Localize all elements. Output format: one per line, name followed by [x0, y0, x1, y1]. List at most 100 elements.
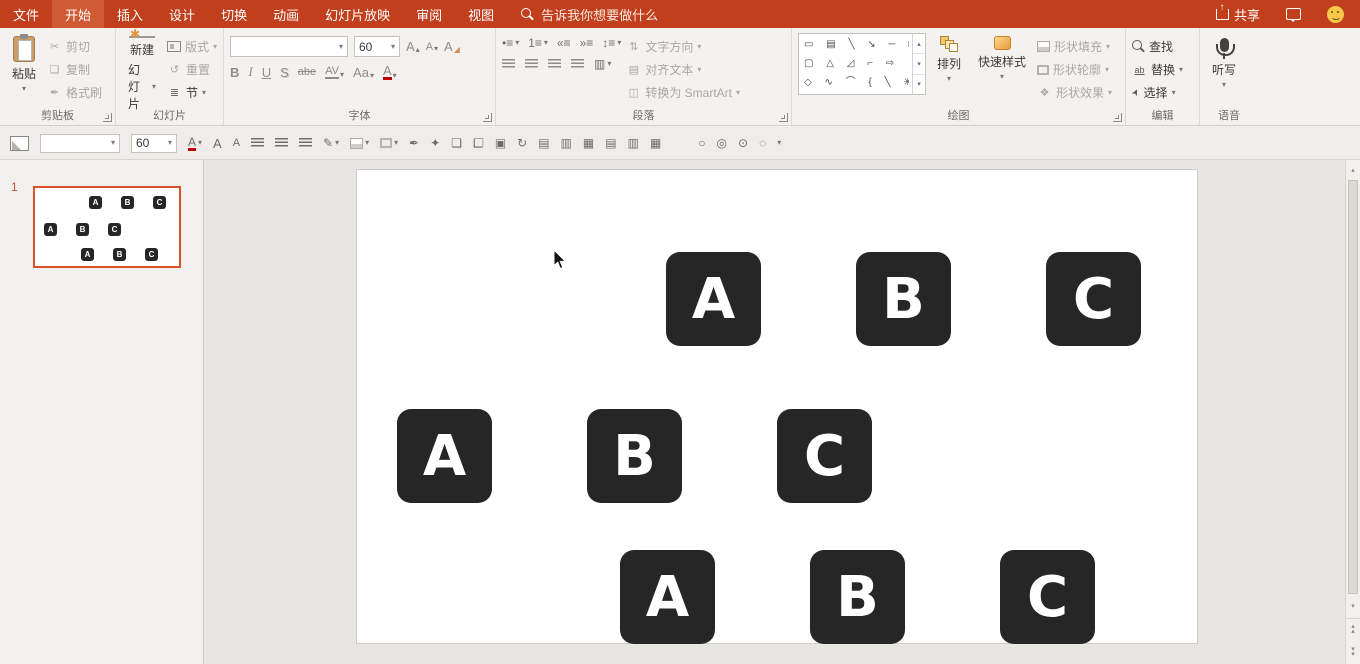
- paste-dropdown-icon[interactable]: ▾: [22, 85, 26, 93]
- tab-transitions[interactable]: 切换: [208, 0, 260, 28]
- quickbar-outline-color-button[interactable]: ▾: [380, 138, 398, 148]
- cut-button[interactable]: ✂ 剪切: [47, 38, 102, 55]
- tab-slideshow[interactable]: 幻灯片放映: [312, 0, 403, 28]
- quickbar-align-bottom-button[interactable]: ▦: [650, 136, 661, 150]
- scrollbar-thumb[interactable]: [1348, 180, 1358, 594]
- previous-slide-button[interactable]: ▴ ▴: [1346, 618, 1360, 638]
- font-color-button[interactable]: A▾: [383, 64, 397, 80]
- quickbar-ring-button[interactable]: ◎: [717, 136, 727, 150]
- convert-smartart-button[interactable]: ◫ 转换为 SmartArt ▾: [626, 84, 740, 101]
- quickbar-distribute-v-button[interactable]: ▦: [583, 136, 594, 150]
- shape-box-r3-b[interactable]: B: [810, 550, 905, 644]
- italic-button[interactable]: I: [248, 64, 252, 80]
- shapes-more-icon[interactable]: ▾: [913, 74, 925, 94]
- quickbar-align-middle-button[interactable]: ▥: [628, 136, 639, 150]
- grow-font-button[interactable]: A▴: [406, 39, 420, 54]
- scroll-down-button[interactable]: ▾: [1346, 598, 1360, 614]
- quickbar-send-backward-button[interactable]: ❏: [473, 136, 484, 150]
- shape-box-r3-c[interactable]: C: [1000, 550, 1095, 644]
- shape-box-r1-b[interactable]: B: [856, 252, 951, 346]
- quickbar-font-name-combo[interactable]: ▾: [40, 134, 120, 153]
- scroll-up-button[interactable]: ▴: [1346, 162, 1360, 178]
- font-size-combo[interactable]: 60 ▾: [354, 36, 400, 57]
- shapes-scroll-up-icon[interactable]: ▴: [913, 34, 925, 53]
- next-slide-button[interactable]: ▾ ▾: [1346, 642, 1360, 662]
- quickbar-target-button[interactable]: ⊙: [738, 136, 748, 150]
- font-dialog-launcher[interactable]: [483, 113, 492, 122]
- shape-box-r2-c[interactable]: C: [777, 409, 872, 503]
- reset-button[interactable]: ↺ 重置: [167, 61, 217, 78]
- quickbar-group-button[interactable]: ▣: [495, 136, 506, 150]
- select-button[interactable]: ➤ 选择 ▾: [1132, 84, 1183, 101]
- quick-styles-button[interactable]: 快速样式 ▾: [972, 33, 1032, 108]
- paste-button[interactable]: 粘贴 ▾: [6, 33, 42, 108]
- tab-home[interactable]: 开始: [52, 0, 104, 28]
- paragraph-dialog-launcher[interactable]: [779, 113, 788, 122]
- slide-editing-surface[interactable]: A B C A B C A B C: [357, 170, 1197, 643]
- placeholder-image-icon[interactable]: [10, 136, 29, 151]
- share-button[interactable]: 共享: [1216, 5, 1260, 24]
- dictate-button[interactable]: 听写 ▾: [1206, 33, 1242, 108]
- bullets-button[interactable]: •≡▾: [502, 36, 519, 50]
- find-button[interactable]: 查找: [1132, 38, 1183, 55]
- quickbar-fill-color-button[interactable]: ▾: [350, 138, 369, 149]
- tab-animations[interactable]: 动画: [260, 0, 312, 28]
- drawing-dialog-launcher[interactable]: [1113, 113, 1122, 122]
- shape-effects-button[interactable]: ❖ 形状效果 ▾: [1037, 84, 1112, 101]
- quickbar-draw-shape-button[interactable]: ✎▾: [323, 136, 339, 150]
- quickbar-font-size-combo[interactable]: 60 ▾: [131, 134, 177, 153]
- vertical-scrollbar[interactable]: ▴ ▾ ▴ ▴ ▾ ▾: [1345, 160, 1360, 664]
- tab-file[interactable]: 文件: [0, 0, 52, 28]
- tab-design[interactable]: 设计: [156, 0, 208, 28]
- tab-insert[interactable]: 插入: [104, 0, 156, 28]
- format-painter-button[interactable]: ✒ 格式刷: [47, 84, 102, 101]
- underline-button[interactable]: U: [262, 65, 271, 80]
- quickbar-align-top-button[interactable]: ▤: [605, 136, 616, 150]
- quickbar-dotted-circle-button[interactable]: ◌: [759, 136, 766, 150]
- align-right-button[interactable]: [548, 59, 561, 69]
- feedback-smiley-icon[interactable]: [1327, 6, 1344, 23]
- strikethrough-button[interactable]: abe: [298, 66, 316, 78]
- new-slide-button[interactable]: 新建 幻灯片 ▾: [122, 33, 162, 108]
- quickbar-shrink-font-button[interactable]: A: [233, 137, 240, 149]
- shape-box-r1-a[interactable]: A: [666, 252, 761, 346]
- comments-icon[interactable]: [1286, 8, 1301, 20]
- copy-button[interactable]: ❏ 复制: [47, 61, 102, 78]
- shape-box-r1-c[interactable]: C: [1046, 252, 1141, 346]
- tell-me-search[interactable]: 告诉我你想要做什么: [521, 0, 658, 28]
- arrange-button[interactable]: 排列 ▾: [931, 33, 967, 108]
- replace-button[interactable]: ab 替换 ▾: [1132, 61, 1183, 78]
- shape-fill-button[interactable]: 形状填充 ▾: [1037, 38, 1112, 55]
- quickbar-oval-button[interactable]: ○: [698, 136, 705, 150]
- quickbar-align-center-button[interactable]: [275, 138, 288, 148]
- text-direction-button[interactable]: ⇅ 文字方向 ▾: [626, 38, 740, 55]
- align-center-button[interactable]: [525, 59, 538, 69]
- shapes-scroll-down-icon[interactable]: ▾: [913, 53, 925, 73]
- shapes-gallery-row-2[interactable]: ▢ △ ◿ ⌐ ⇨ ⇩: [804, 55, 909, 73]
- quickbar-rotate-button[interactable]: ↻: [517, 136, 527, 150]
- editing-canvas[interactable]: A B C A B C A B C: [204, 160, 1345, 664]
- bold-button[interactable]: B: [230, 65, 239, 80]
- character-spacing-button[interactable]: AV▾: [325, 66, 344, 79]
- section-button[interactable]: ≣ 节 ▾: [167, 84, 217, 101]
- shapes-gallery[interactable]: ▭ ▤ ╲ ↘ ─ □ ○ ▢ △ ◿ ⌐ ⇨ ⇩ ◇ ∿ ⌒ { ╲ ✳ ▴ …: [798, 33, 926, 95]
- slide-thumbnail-1[interactable]: A B C A B C A B C: [33, 186, 181, 268]
- quickbar-justify-button[interactable]: [299, 138, 312, 148]
- align-text-button[interactable]: ▤ 对齐文本 ▾: [626, 61, 740, 78]
- text-shadow-button[interactable]: S: [280, 65, 289, 80]
- quickbar-align-left-button[interactable]: [251, 138, 264, 148]
- align-left-button[interactable]: [502, 59, 515, 69]
- decrease-indent-button[interactable]: «≡: [557, 36, 571, 50]
- numbering-button[interactable]: 1≡▾: [528, 36, 548, 50]
- quickbar-format-painter-button[interactable]: ✒: [409, 136, 419, 150]
- quickbar-grow-font-button[interactable]: A: [213, 136, 222, 151]
- layout-button[interactable]: 版式 ▾: [167, 38, 217, 55]
- clear-formatting-button[interactable]: A◢: [444, 39, 460, 54]
- shape-box-r2-b[interactable]: B: [587, 409, 682, 503]
- quickbar-more-button[interactable]: ▾: [777, 139, 781, 147]
- quickbar-align-objects-button[interactable]: ▤: [538, 136, 549, 150]
- shapes-gallery-row-3[interactable]: ◇ ∿ ⌒ { ╲ ✳: [804, 74, 909, 92]
- tab-review[interactable]: 审阅: [403, 0, 455, 28]
- clipboard-dialog-launcher[interactable]: [103, 113, 112, 122]
- shape-box-r2-a[interactable]: A: [397, 409, 492, 503]
